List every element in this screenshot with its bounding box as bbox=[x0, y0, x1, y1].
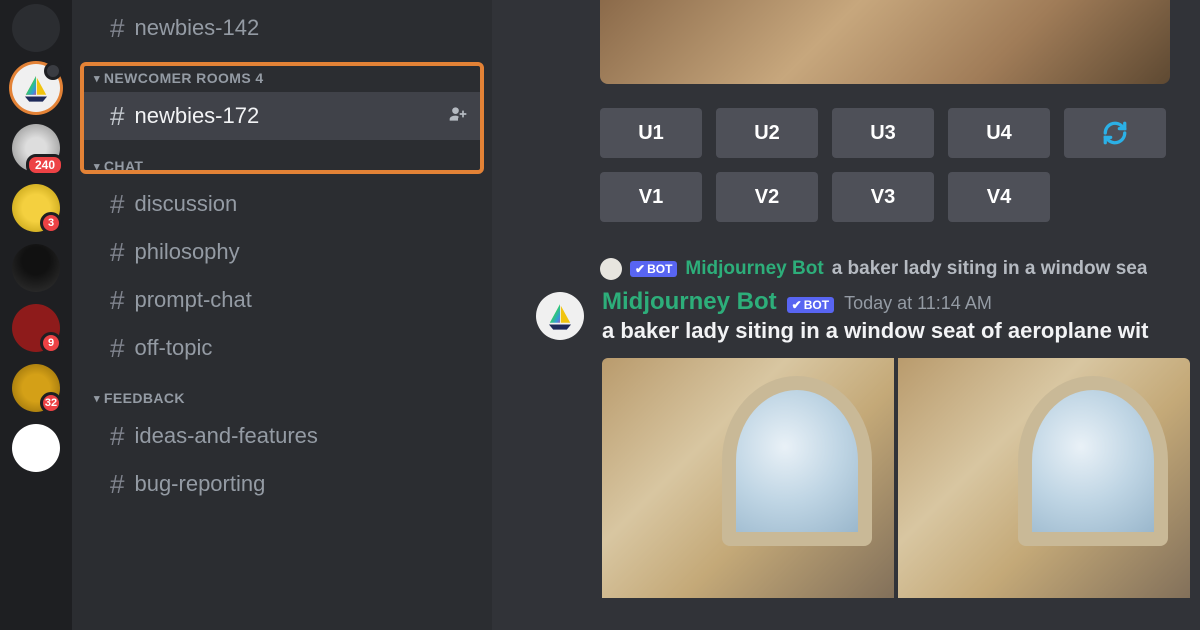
hash-icon: # bbox=[110, 421, 124, 452]
server-icon-2[interactable]: 240 bbox=[12, 124, 60, 172]
notification-badge: 9 bbox=[40, 332, 62, 354]
channel-philosophy[interactable]: # philosophy bbox=[80, 228, 484, 276]
channel-label: off-topic bbox=[134, 335, 212, 361]
hash-icon: # bbox=[110, 237, 124, 268]
notification-badge: 32 bbox=[40, 392, 62, 414]
channel-ideas-and-features[interactable]: # ideas-and-features bbox=[80, 412, 484, 460]
reply-context[interactable]: ✔ BOT Midjourney Bot a baker lady siting… bbox=[600, 258, 1200, 280]
reply-avatar bbox=[600, 258, 622, 280]
bot-badge: ✔ BOT bbox=[630, 261, 677, 277]
server-icon-0[interactable] bbox=[12, 4, 60, 52]
server-icon-7[interactable] bbox=[12, 424, 60, 472]
add-member-icon[interactable] bbox=[448, 104, 468, 129]
bot-badge: ✔ BOT bbox=[787, 297, 834, 313]
bot-badge-label: BOT bbox=[804, 298, 829, 312]
channel-discussion[interactable]: # discussion bbox=[80, 180, 484, 228]
upscale-2-button[interactable]: U2 bbox=[716, 108, 818, 158]
refresh-icon bbox=[1102, 120, 1128, 146]
author-avatar[interactable] bbox=[536, 292, 584, 340]
bot-badge-label: BOT bbox=[647, 262, 672, 276]
server-icon-4[interactable] bbox=[12, 244, 60, 292]
variation-2-button[interactable]: V2 bbox=[716, 172, 818, 222]
discord-app: 240 3 9 32 # newbies-142 ▾ NEWCOMER ROOM… bbox=[0, 0, 1200, 630]
chevron-down-icon: ▾ bbox=[94, 392, 100, 405]
category-feedback[interactable]: ▾ FEEDBACK bbox=[72, 372, 492, 412]
notification-badge: 3 bbox=[40, 212, 62, 234]
reply-preview-text: a baker lady siting in a window sea bbox=[832, 258, 1148, 280]
server-icon-5[interactable]: 9 bbox=[12, 304, 60, 352]
category-label: CHAT bbox=[104, 158, 143, 174]
generated-image-grid[interactable] bbox=[602, 358, 1200, 598]
message-timestamp: Today at 11:14 AM bbox=[844, 293, 992, 314]
server-rail: 240 3 9 32 bbox=[0, 0, 72, 630]
category-label: NEWCOMER ROOMS 4 bbox=[104, 70, 264, 86]
sailboat-icon bbox=[543, 299, 577, 333]
category-newcomer-rooms-4[interactable]: ▾ NEWCOMER ROOMS 4 bbox=[72, 52, 492, 92]
hash-icon: # bbox=[110, 189, 124, 220]
message-prompt-text: a baker lady siting in a window seat of … bbox=[602, 318, 1200, 344]
upscale-4-button[interactable]: U4 bbox=[948, 108, 1050, 158]
channel-label: prompt-chat bbox=[134, 287, 251, 313]
variation-4-button[interactable]: V4 bbox=[948, 172, 1050, 222]
folder-indicator-icon bbox=[44, 62, 62, 80]
channel-label: newbies-172 bbox=[134, 103, 259, 129]
channel-sidebar: # newbies-142 ▾ NEWCOMER ROOMS 4 # newbi… bbox=[72, 0, 492, 630]
server-icon-3[interactable]: 3 bbox=[12, 184, 60, 232]
reroll-button[interactable] bbox=[1064, 108, 1166, 158]
midjourney-button-grid: U1 U2 U3 U4 V1 V2 V3 V4 bbox=[492, 84, 1200, 246]
channel-label: newbies-142 bbox=[134, 15, 259, 41]
airplane-window-shape bbox=[722, 376, 872, 546]
hash-icon: # bbox=[110, 285, 124, 316]
variation-3-button[interactable]: V3 bbox=[832, 172, 934, 222]
chat-pane: U1 U2 U3 U4 V1 V2 V3 V4 ✔ BOT Midjourney… bbox=[492, 0, 1200, 630]
upscale-3-button[interactable]: U3 bbox=[832, 108, 934, 158]
reply-author: Midjourney Bot bbox=[685, 258, 823, 280]
channel-label: bug-reporting bbox=[134, 471, 265, 497]
hash-icon: # bbox=[110, 333, 124, 364]
channel-bug-reporting[interactable]: # bug-reporting bbox=[80, 460, 484, 508]
message-author[interactable]: Midjourney Bot bbox=[602, 288, 777, 316]
hash-icon: # bbox=[110, 13, 124, 44]
notification-badge: 240 bbox=[26, 154, 64, 176]
airplane-window-shape bbox=[1018, 376, 1168, 546]
category-chat[interactable]: ▾ CHAT bbox=[72, 140, 492, 180]
upscale-1-button[interactable]: U1 bbox=[600, 108, 702, 158]
message: Midjourney Bot ✔ BOT Today at 11:14 AM a… bbox=[492, 282, 1200, 598]
channel-prompt-chat[interactable]: # prompt-chat bbox=[80, 276, 484, 324]
message-body: Midjourney Bot ✔ BOT Today at 11:14 AM a… bbox=[602, 288, 1200, 598]
channel-newbies-172[interactable]: # newbies-172 bbox=[80, 92, 484, 140]
channel-off-topic[interactable]: # off-topic bbox=[80, 324, 484, 372]
generated-image-1[interactable] bbox=[602, 358, 894, 598]
chevron-down-icon: ▾ bbox=[94, 160, 100, 173]
hash-icon: # bbox=[110, 469, 124, 500]
hash-icon: # bbox=[110, 101, 124, 132]
channel-label: discussion bbox=[134, 191, 237, 217]
category-label: FEEDBACK bbox=[104, 390, 185, 406]
generated-image-2[interactable] bbox=[898, 358, 1190, 598]
channel-label: ideas-and-features bbox=[134, 423, 317, 449]
server-icon-midjourney[interactable] bbox=[12, 64, 60, 112]
generated-image-preview-top[interactable] bbox=[600, 0, 1170, 84]
channel-newbies-142[interactable]: # newbies-142 bbox=[80, 4, 484, 52]
server-icon-6[interactable]: 32 bbox=[12, 364, 60, 412]
channel-label: philosophy bbox=[134, 239, 239, 265]
variation-1-button[interactable]: V1 bbox=[600, 172, 702, 222]
chevron-down-icon: ▾ bbox=[94, 72, 100, 85]
